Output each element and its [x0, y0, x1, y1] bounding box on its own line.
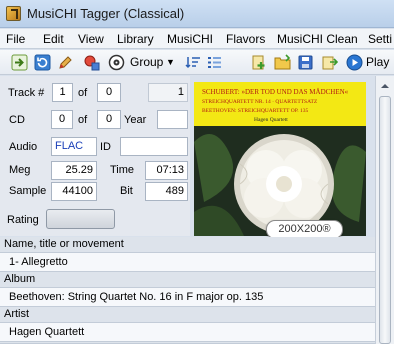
audio-label: Audio [9, 141, 38, 153]
save-disk-icon[interactable] [297, 54, 314, 71]
tag-tools-icon[interactable] [83, 54, 100, 71]
id-field[interactable] [120, 137, 188, 156]
play-icon[interactable] [346, 54, 363, 71]
track-label: Track # [8, 87, 45, 99]
cover-title-line: SCHUBERT: »DER TOD UND DAS MÄDCHEN« [202, 88, 349, 96]
name-title-header: Name, title or movement [0, 237, 375, 253]
menu-library[interactable]: Library [117, 32, 154, 46]
sample-label: Sample [9, 185, 47, 197]
cover-subtitle-line: STREICHQUARTETT NR. 14 · QUARTETTSATZ [202, 99, 318, 105]
track-count-field: 1 [148, 83, 188, 102]
artist-header: Artist [0, 307, 375, 323]
name-title-field[interactable]: 1- Allegretto [0, 253, 375, 272]
time-field: 07:13 [145, 161, 188, 180]
bit-label: Bit [120, 185, 133, 197]
title-bar: MusiCHI Tagger (Classical) [0, 0, 394, 28]
group-dropdown[interactable]: Group [130, 55, 163, 69]
menu-settings[interactable]: Setti [368, 32, 392, 46]
menu-musichi[interactable]: MusiCHI [167, 32, 213, 46]
album-cover-image: SCHUBERT: »DER TOD UND DAS MÄDCHEN« STRE… [194, 82, 366, 236]
menu-bar: File Edit View Library MusiCHI Flavors M… [0, 29, 394, 49]
album-field[interactable]: Beethoven: String Quartet No. 16 in F ma… [0, 288, 375, 307]
cd-label: CD [9, 114, 25, 126]
year-label: Year [124, 114, 147, 126]
cover-artist-line: Hagen Quartett [254, 117, 288, 123]
scrollbar-thumb[interactable] [379, 96, 391, 344]
album-header: Album [0, 272, 375, 288]
meg-field: 25.29 [51, 161, 97, 180]
cd-number-field[interactable]: 0 [51, 110, 73, 129]
open-folder-icon[interactable] [274, 54, 291, 71]
pencil-edit-icon[interactable] [57, 54, 74, 71]
bit-field: 489 [145, 182, 188, 201]
track-total-field[interactable]: 0 [97, 83, 121, 102]
rating-label: Rating [7, 214, 39, 226]
sort-list-icon[interactable] [185, 54, 202, 71]
menu-view[interactable]: View [78, 32, 104, 46]
play-label[interactable]: Play [366, 55, 389, 69]
menu-musichi-clean[interactable]: MusiCHI Clean [277, 32, 358, 46]
window-title: MusiCHI Tagger (Classical) [27, 6, 185, 21]
menu-flavors[interactable]: Flavors [226, 32, 265, 46]
track-number-field[interactable]: 1 [52, 83, 73, 102]
chevron-down-icon[interactable]: ▼ [166, 57, 175, 67]
app-logo-icon [6, 6, 21, 21]
audio-format-field: FLAC [51, 137, 97, 156]
cover-beethoven-line: BEETHOVEN: STREICHQUARTETT OP. 135 [202, 108, 308, 114]
refresh-icon[interactable] [34, 54, 51, 71]
of-label: of [78, 87, 88, 99]
of-label: of [78, 114, 88, 126]
id-label: ID [100, 141, 111, 153]
cd-total-field[interactable]: 0 [97, 110, 121, 129]
list-view-icon[interactable] [206, 54, 223, 71]
add-file-icon[interactable] [250, 54, 267, 71]
menu-file[interactable]: File [6, 32, 25, 46]
year-field[interactable] [157, 110, 188, 129]
scroll-up-arrow-icon[interactable] [376, 78, 394, 94]
disc-icon[interactable] [108, 54, 125, 71]
artist-field[interactable]: Hagen Quartett [0, 323, 375, 342]
menu-edit[interactable]: Edit [43, 32, 64, 46]
forward-arrow-icon[interactable] [11, 54, 28, 71]
meg-label: Meg [9, 164, 31, 176]
time-label: Time [110, 164, 135, 176]
export-icon[interactable] [321, 54, 338, 71]
toolbar: Group ▼ Play [0, 50, 394, 75]
album-cover[interactable]: SCHUBERT: »DER TOD UND DAS MÄDCHEN« STRE… [194, 82, 366, 236]
rating-button[interactable] [46, 209, 115, 229]
sample-field: 44100 [51, 182, 97, 201]
vertical-scrollbar[interactable] [375, 76, 394, 344]
